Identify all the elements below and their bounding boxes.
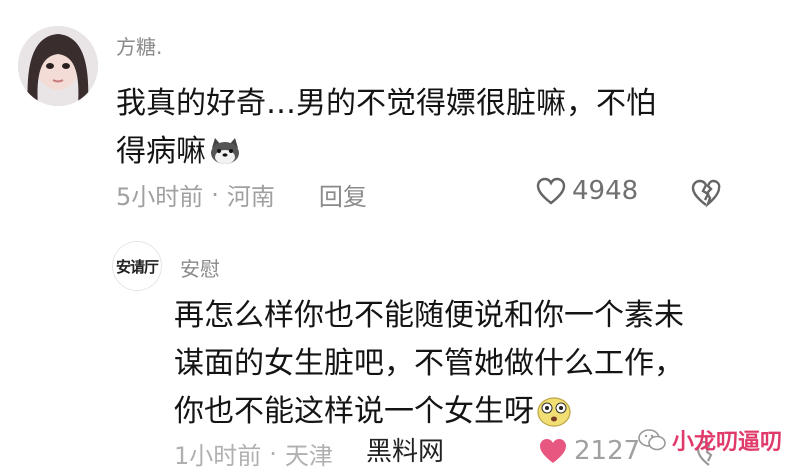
watermark-right: 小龙叨逼叨 (638, 424, 782, 456)
comment-text-line1: 我真的好奇…男的不觉得嫖很脏嘛，不怕 (116, 86, 656, 121)
reply-text: 再怎么样你也不能随便说和你一个素未 谋面的女生脏吧，不管她做什么工作， 你也不能… (174, 292, 754, 442)
heart-outline-icon (536, 177, 566, 205)
location: 河南 (226, 183, 275, 211)
location: 天津 (284, 442, 333, 470)
like-button[interactable]: 4948 (536, 176, 638, 206)
reply-button[interactable]: 回复 (319, 177, 367, 212)
avatar[interactable] (18, 26, 98, 106)
like-count: 4948 (572, 176, 639, 206)
comment-text-line2: 得病嘛 (116, 134, 206, 169)
separator: · (269, 439, 277, 468)
timestamp: 5小时前 (116, 183, 204, 211)
watermark-right-text: 小龙叨逼叨 (672, 430, 783, 455)
heart-filled-icon (540, 439, 566, 463)
broken-heart-icon (691, 179, 721, 208)
username[interactable]: 方糖. (116, 34, 162, 60)
avatar-image (18, 26, 98, 106)
watermark-center: 黑料网 (362, 436, 449, 468)
reply-text-line2: 谋面的女生脏吧，不管她做什么工作， (174, 346, 684, 381)
like-count: 2127 (574, 436, 641, 466)
wechat-icon (638, 429, 666, 451)
dog-emoji-icon (208, 133, 242, 164)
avatar[interactable]: 安请厅 (112, 241, 162, 291)
dislike-button[interactable] (690, 178, 722, 212)
comment-text: 我真的好奇…男的不觉得嫖很脏嘛，不怕 得病嘛 (116, 80, 736, 176)
like-button[interactable]: 2127 (538, 436, 640, 466)
reply-text-line1: 再怎么样你也不能随便说和你一个素未 (174, 298, 684, 333)
separator: · (211, 180, 219, 209)
timestamp: 1小时前 (174, 442, 262, 470)
comment-meta: 5小时前 · 河南 回复 (116, 177, 367, 212)
shocked-face-emoji-icon (536, 394, 572, 442)
reply-text-line3: 你也不能这样说一个女生呀 (174, 394, 534, 429)
username[interactable]: 安慰 (180, 253, 220, 282)
reply-meta: 1小时前 · 天津 (174, 436, 333, 471)
